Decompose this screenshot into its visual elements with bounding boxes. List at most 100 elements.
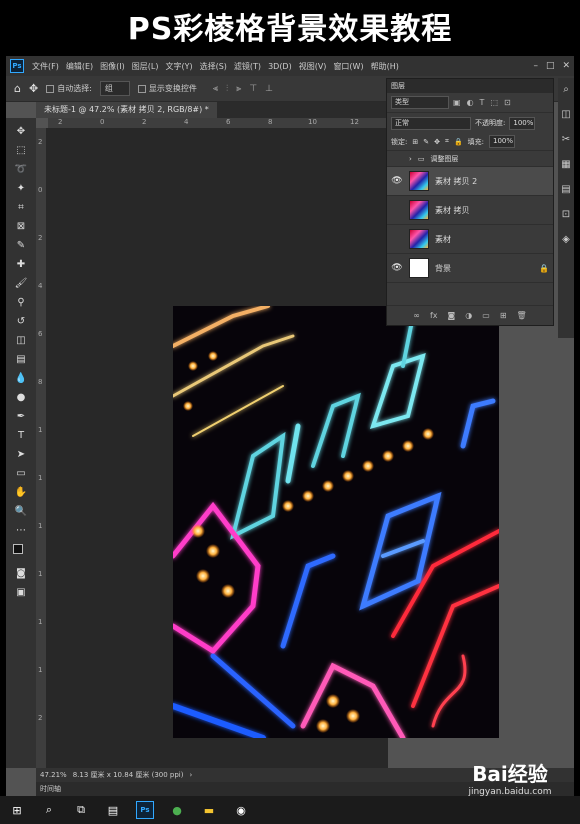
search-icon[interactable]: ⌕ (563, 84, 569, 95)
type-tool-icon[interactable]: T (11, 428, 31, 443)
folder-icon[interactable]: ▭ (482, 311, 490, 320)
layer-kind-filter[interactable]: 类型 (391, 96, 449, 109)
lock-all-icon[interactable]: 🔒 (454, 138, 463, 146)
menu-image[interactable]: 图像(I) (100, 61, 125, 72)
move-tool-icon[interactable]: ✥ (11, 124, 31, 139)
quick-mask-icon[interactable]: ◙ (11, 566, 31, 581)
eyedropper-icon[interactable]: ✎ (11, 238, 31, 253)
canvas-area[interactable] (46, 128, 499, 768)
search-icon[interactable]: ⌕ (40, 801, 58, 819)
taskview-icon[interactable]: ⧉ (72, 801, 90, 819)
align-center-icon[interactable]: ⫶ (226, 84, 228, 94)
lasso-tool-icon[interactable]: ➰ (11, 162, 31, 177)
stamp-tool-icon[interactable]: ⚲ (11, 295, 31, 310)
brush-tool-icon[interactable]: 🖌 (11, 276, 31, 291)
shape-tool-icon[interactable]: ▭ (11, 466, 31, 481)
type-filter-icon[interactable]: T (480, 98, 485, 107)
menu-filter[interactable]: 滤镜(T) (234, 61, 261, 72)
channels-panel-icon[interactable]: ◈ (562, 234, 570, 245)
path-select-icon[interactable]: ➤ (11, 447, 31, 462)
more-tools-icon[interactable]: ⋯ (11, 523, 31, 538)
fx-icon[interactable]: fx (430, 311, 438, 320)
swatches-panel-icon[interactable]: ▦ (561, 159, 570, 170)
magic-wand-icon[interactable]: ✦ (11, 181, 31, 196)
adjustment-filter-icon[interactable]: ◐ (467, 98, 474, 107)
trash-icon[interactable]: 🗑 (517, 311, 527, 320)
layer-group-row[interactable]: › ▭ 调整图层 (387, 151, 553, 167)
blend-mode-select[interactable]: 正常 (391, 116, 471, 130)
zoom-tool-icon[interactable]: 🔍 (11, 504, 31, 519)
lock-transparent-icon[interactable]: ⊞ (412, 138, 418, 146)
minimize-icon[interactable]: – (533, 61, 538, 71)
chevron-right-icon[interactable]: › (189, 771, 192, 779)
gradient-tool-icon[interactable]: ▤ (11, 352, 31, 367)
menu-help[interactable]: 帮助(H) (371, 61, 399, 72)
eye-icon[interactable]: 👁 (391, 263, 403, 273)
camera-icon[interactable]: ◉ (232, 801, 250, 819)
mask-icon[interactable]: ◙ (448, 311, 456, 320)
green-app-icon[interactable]: ● (168, 801, 186, 819)
adjustment-icon[interactable]: ◑ (465, 311, 472, 320)
opacity-input[interactable]: 100% (509, 116, 536, 130)
chevron-right-icon[interactable]: › (409, 155, 412, 163)
menu-edit[interactable]: 编辑(E) (66, 61, 93, 72)
auto-select-checkbox[interactable]: 自动选择: (46, 83, 92, 94)
photoshop-icon[interactable]: Ps (136, 801, 154, 819)
eraser-icon[interactable]: ◫ (11, 333, 31, 348)
layer-row[interactable]: 素材 (387, 225, 553, 254)
menu-3d[interactable]: 3D(D) (268, 62, 292, 71)
history-brush-icon[interactable]: ↺ (11, 314, 31, 329)
new-layer-icon[interactable]: ⊞ (500, 311, 507, 320)
layer-row[interactable]: 👁 素材 拷贝 2 (387, 167, 553, 196)
menu-layer[interactable]: 图层(L) (132, 61, 159, 72)
eye-icon[interactable]: 👁 (391, 176, 403, 186)
pen-tool-icon[interactable]: ✒ (11, 409, 31, 424)
menu-select[interactable]: 选择(S) (200, 61, 227, 72)
align-left-icon[interactable]: ⫷ (213, 84, 218, 94)
document-icon[interactable]: ▤ (104, 801, 122, 819)
menu-window[interactable]: 窗口(W) (333, 61, 363, 72)
shape-filter-icon[interactable]: ⬚ (490, 98, 498, 107)
layers-panel-title[interactable]: 图层 (387, 79, 553, 93)
healing-brush-icon[interactable]: ✚ (11, 257, 31, 272)
maximize-icon[interactable]: □ (546, 61, 555, 71)
lock-pixels-icon[interactable]: ✎ (423, 138, 429, 146)
tools-panel-icon[interactable]: ✂ (562, 134, 570, 145)
menu-file[interactable]: 文件(F) (32, 61, 59, 72)
close-icon[interactable]: ✕ (562, 61, 570, 71)
lock-position-icon[interactable]: ✥ (434, 138, 440, 146)
align-right-icon[interactable]: ⫸ (236, 84, 241, 94)
marquee-tool-icon[interactable]: ⬚ (11, 143, 31, 158)
screen-mode-icon[interactable]: ▣ (11, 585, 31, 600)
blur-tool-icon[interactable]: 💧 (11, 371, 31, 386)
smart-filter-icon[interactable]: ⊡ (504, 98, 511, 107)
move-tool-icon[interactable]: ✥ (29, 82, 38, 95)
menu-view[interactable]: 视图(V) (299, 61, 327, 72)
auto-select-dropdown[interactable]: 组 (99, 81, 130, 96)
windows-icon[interactable]: ⊞ (8, 801, 26, 819)
foreground-color-swatch[interactable] (13, 544, 23, 554)
crop-tool-icon[interactable]: ⌗ (11, 200, 31, 215)
folder-icon[interactable]: ▬ (200, 801, 218, 819)
show-transform-checkbox[interactable]: 显示变换控件 (137, 83, 197, 94)
menu-type[interactable]: 文字(Y) (165, 61, 192, 72)
layer-row[interactable]: 素材 拷贝 (387, 196, 553, 225)
color-swatches[interactable] (11, 542, 31, 562)
zoom-level[interactable]: 47.21% (40, 771, 67, 779)
layer-row[interactable]: 👁 背景 🔒 (387, 254, 553, 283)
home-icon[interactable]: ⌂ (14, 82, 21, 95)
align-middle-icon[interactable]: ⊥ (265, 84, 273, 94)
frame-tool-icon[interactable]: ⊠ (11, 219, 31, 234)
document-canvas[interactable] (173, 306, 499, 738)
paths-panel-icon[interactable]: ⊡ (562, 209, 570, 220)
align-top-icon[interactable]: ⊤ (249, 84, 257, 94)
lock-artboard-icon[interactable]: ⌗ (445, 137, 449, 146)
link-icon[interactable]: ∞ (413, 311, 420, 320)
dodge-tool-icon[interactable]: ● (11, 390, 31, 405)
fill-input[interactable]: 100% (489, 135, 516, 148)
properties-panel-icon[interactable]: ▤ (561, 184, 570, 195)
hand-tool-icon[interactable]: ✋ (11, 485, 31, 500)
color-panel-icon[interactable]: ◫ (561, 109, 570, 120)
document-tab[interactable]: 未标题-1 @ 47.2% (素材 拷贝 2, RGB/8#) * (36, 102, 217, 118)
pixel-filter-icon[interactable]: ▣ (453, 98, 461, 107)
